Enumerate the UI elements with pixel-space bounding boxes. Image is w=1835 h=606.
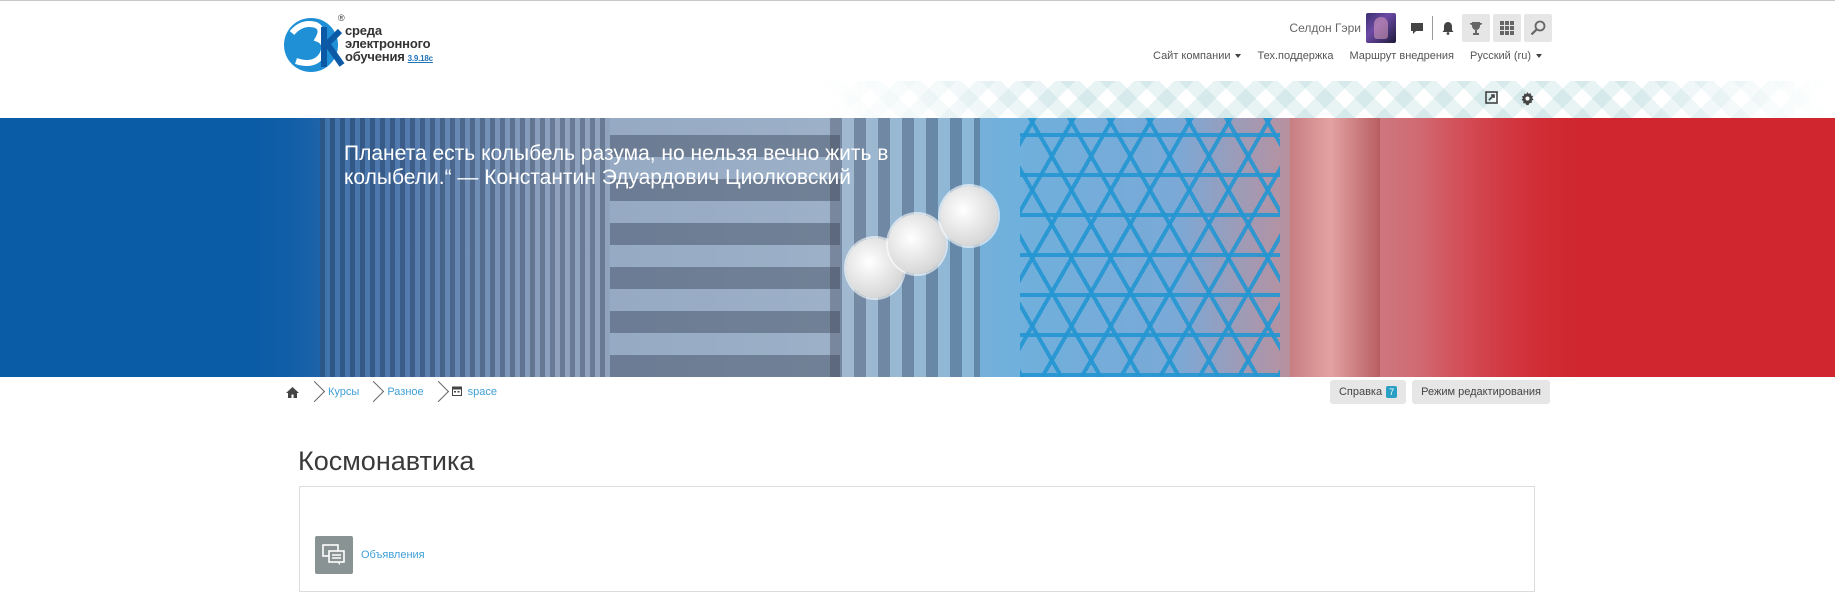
course-section [299, 486, 1535, 592]
search-button[interactable] [1524, 14, 1552, 42]
page-actions: Справка 7 Режим редактирования [1329, 380, 1550, 404]
header-tools [1485, 91, 1535, 111]
home-icon[interactable] [285, 386, 300, 399]
apps-grid-button[interactable] [1493, 14, 1521, 42]
help-button[interactable]: Справка 7 [1329, 380, 1407, 404]
banner-spool [888, 214, 946, 274]
header-pattern-band [820, 81, 1830, 118]
banner-launch-tower [1020, 118, 1280, 377]
nav-implementation-route[interactable]: Маршрут внедрения [1349, 50, 1454, 62]
breadcrumb-separator [364, 380, 382, 404]
activity-label[interactable]: Объявления [361, 549, 425, 561]
top-navigation: Сайт компании Тех.поддержка Маршрут внед… [1153, 50, 1542, 62]
breadcrumb-separator [305, 380, 323, 404]
notifications-bell-icon[interactable] [1437, 13, 1459, 43]
logo-version-link[interactable]: 3.9.18с [408, 54, 433, 63]
nav-tech-support[interactable]: Тех.поддержка [1257, 50, 1333, 62]
banner-spool [940, 186, 998, 246]
page-header: ® среда электронного обучения 3.9.18с Сел… [0, 1, 1835, 118]
trophy-icon [1470, 22, 1482, 35]
nav-company-site[interactable]: Сайт компании [1153, 50, 1241, 62]
breadcrumb-courses[interactable]: Курсы [328, 386, 359, 398]
logo-registered-mark: ® [338, 13, 345, 23]
forum-icon [315, 536, 353, 574]
breadcrumb-course-space[interactable]: space [468, 386, 497, 398]
settings-gear-icon[interactable] [1520, 91, 1535, 111]
grid-icon [1500, 21, 1514, 35]
banner-rocket [1290, 118, 1380, 377]
breadcrumb: Курсы Разное space [285, 380, 497, 404]
avatar[interactable] [1366, 13, 1396, 43]
logo-line-3: обучения [345, 49, 405, 64]
help-button-label: Справка [1338, 386, 1383, 398]
course-calendar-icon [451, 386, 462, 399]
activity-forum[interactable]: Объявления [315, 536, 425, 574]
header-divider [1432, 16, 1433, 40]
search-icon [1530, 20, 1546, 36]
breadcrumb-separator [429, 380, 447, 404]
achievements-trophy-button[interactable] [1462, 14, 1490, 42]
nav-language-selector[interactable]: Русский (ru) [1470, 50, 1542, 62]
messages-icon[interactable] [1406, 13, 1428, 43]
page-title: Космонавтика [298, 446, 475, 476]
pin-block-icon[interactable] [1485, 91, 1498, 111]
breadcrumb-misc[interactable]: Разное [387, 386, 423, 398]
banner-right-overlay [1420, 118, 1835, 377]
hero-banner: Планета есть колыбель разума, но нельзя … [0, 118, 1835, 377]
logo-text: среда электронного обучения 3.9.18с [345, 24, 433, 65]
banner-left-overlay [0, 118, 330, 377]
user-name[interactable]: Селдон Гэри [1289, 21, 1361, 35]
logo-mark-icon [284, 18, 345, 72]
user-menu-area: Селдон Гэри [1289, 13, 1552, 43]
site-logo[interactable]: ® среда электронного обучения 3.9.18с [282, 11, 452, 75]
help-count-badge: 7 [1386, 386, 1398, 398]
banner-quote: Планета есть колыбель разума, но нельзя … [344, 142, 889, 189]
edit-mode-button[interactable]: Режим редактирования [1412, 380, 1550, 404]
